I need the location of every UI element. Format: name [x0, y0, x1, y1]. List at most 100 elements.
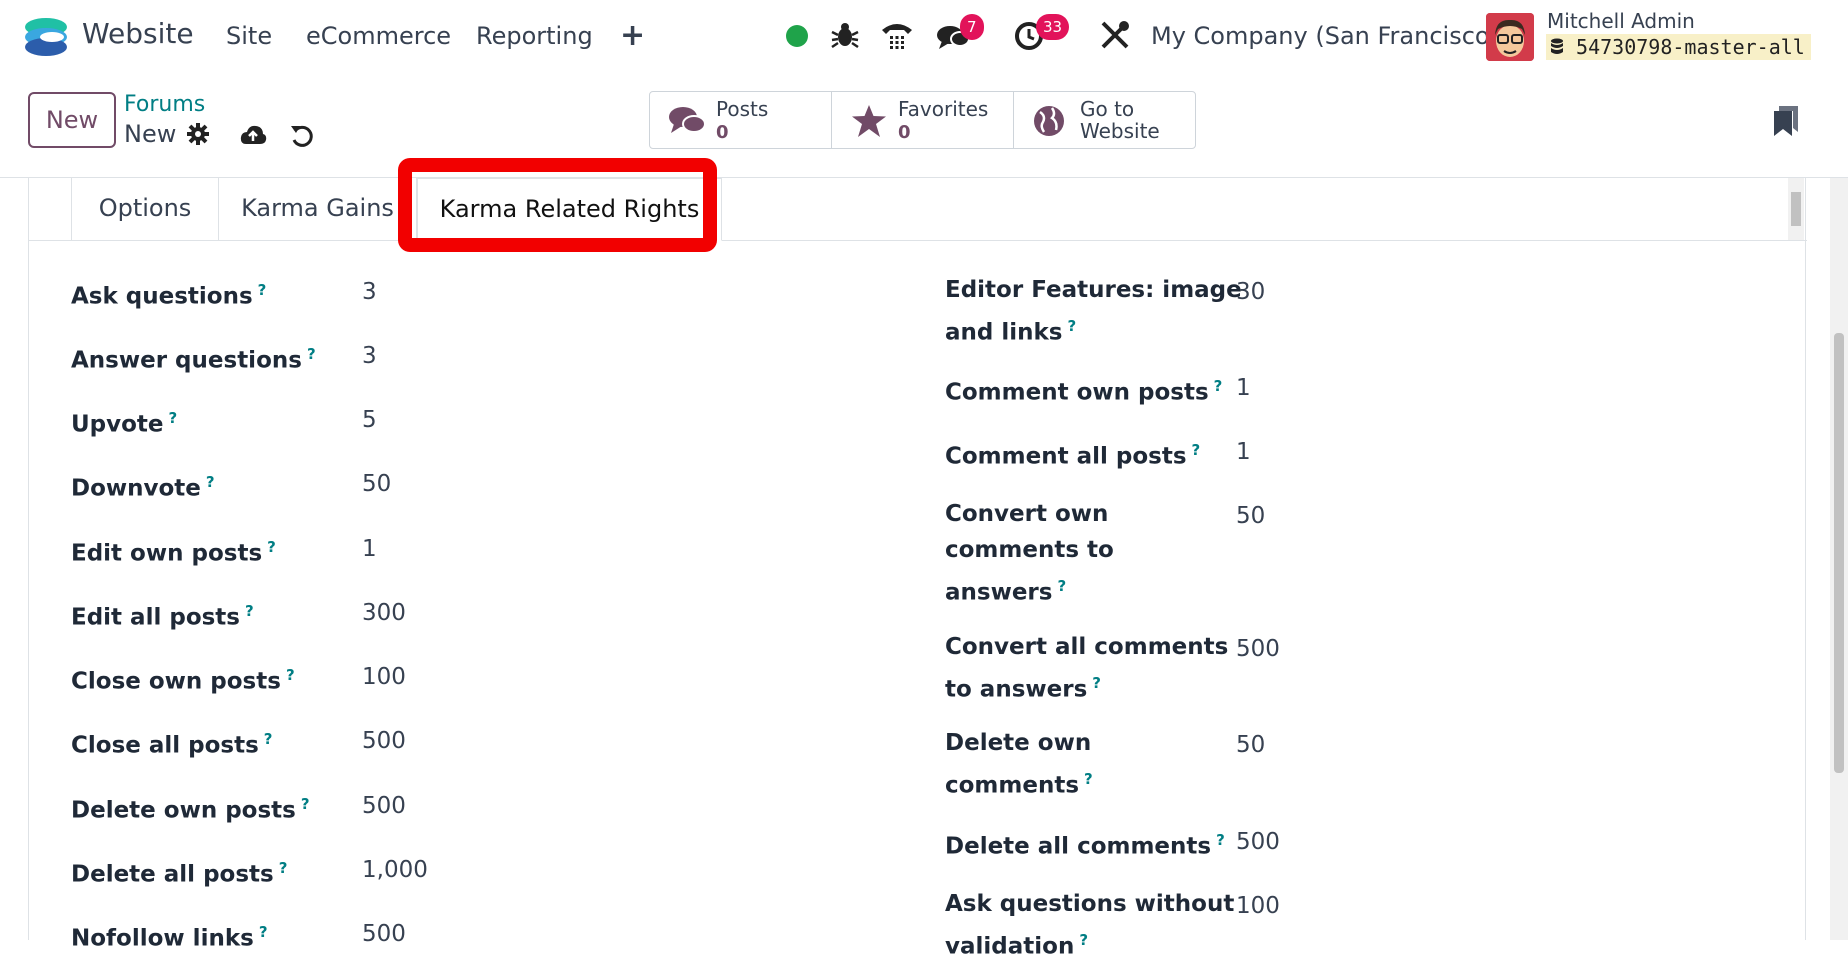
menu-ecommerce[interactable]: eCommerce — [306, 22, 451, 50]
menu-site[interactable]: Site — [226, 22, 272, 50]
help-tooltip-icon[interactable]: ? — [1214, 377, 1223, 395]
user-name[interactable]: Mitchell Admin — [1547, 9, 1695, 33]
menu-reporting[interactable]: Reporting — [476, 22, 593, 50]
database-name: 54730798-master-all — [1546, 34, 1811, 60]
help-tooltip-icon[interactable]: ? — [169, 409, 178, 427]
discard-icon[interactable] — [288, 122, 316, 150]
field-value-input[interactable]: 500 — [362, 916, 406, 952]
help-tooltip-icon[interactable]: ? — [1057, 577, 1066, 595]
phone-icon[interactable] — [880, 18, 914, 52]
field-value-input[interactable]: 5 — [362, 402, 377, 438]
field-value-input[interactable]: 3 — [362, 274, 377, 310]
field-label-text: Delete own posts — [71, 797, 296, 824]
page-scrollbar-thumb[interactable] — [1834, 333, 1844, 773]
help-tooltip-icon[interactable]: ? — [245, 602, 254, 620]
control-panel: New Forums New Posts 0 Favorites 0 Go to… — [0, 72, 1848, 178]
company-switcher[interactable]: My Company (San Francisco) — [1151, 22, 1499, 50]
help-tooltip-icon[interactable]: ? — [206, 473, 215, 491]
website-label: Website — [1080, 119, 1160, 143]
field-label-text: Editor Features: image — [945, 277, 1242, 303]
field-value-input[interactable]: 500 — [1236, 824, 1280, 860]
field-value-input[interactable]: 50 — [1236, 498, 1265, 534]
help-tooltip-icon[interactable]: ? — [1084, 770, 1093, 788]
database-name-label: 54730798-master-all — [1576, 35, 1805, 59]
go-to-label: Go to — [1080, 97, 1135, 121]
field-value-input[interactable]: 50 — [362, 466, 391, 502]
gear-icon[interactable] — [186, 122, 210, 146]
field-label: Close all posts? — [71, 721, 273, 764]
help-tooltip-icon[interactable]: ? — [1068, 317, 1077, 335]
field-label-text: Close all posts — [71, 732, 259, 759]
new-record-button[interactable]: New — [28, 92, 116, 148]
globe-icon — [1034, 106, 1064, 136]
field-label: Edit all posts? — [71, 593, 254, 636]
field-label: Delete own comments? — [945, 725, 1093, 804]
field-value-input[interactable]: 50 — [1236, 727, 1265, 763]
field-value-input[interactable]: 1 — [1236, 434, 1251, 470]
field-label: Close own posts? — [71, 657, 295, 700]
field-value-input[interactable]: 500 — [362, 723, 406, 759]
help-tooltip-icon[interactable]: ? — [1092, 674, 1101, 692]
help-tooltip-icon[interactable]: ? — [279, 859, 288, 877]
field-value-input[interactable]: 100 — [362, 659, 406, 695]
user-avatar[interactable] — [1486, 13, 1534, 61]
field-label-text: Close own posts — [71, 668, 281, 695]
field-value-input[interactable]: 500 — [1236, 631, 1280, 667]
top-navbar: Website Site eCommerce Reporting + 7 33 … — [0, 0, 1848, 72]
field-label-text: Upvote — [71, 411, 164, 438]
tabs-scrollbar[interactable] — [1788, 178, 1804, 240]
field-label-text: Convert all comments — [945, 634, 1229, 660]
tabs-scrollbar-thumb[interactable] — [1791, 192, 1801, 226]
help-tooltip-icon[interactable]: ? — [1079, 931, 1088, 949]
save-cloud-icon[interactable] — [239, 122, 267, 150]
help-tooltip-icon[interactable]: ? — [258, 281, 267, 299]
field-value-input[interactable]: 500 — [362, 788, 406, 824]
messages-badge: 7 — [960, 14, 984, 40]
help-tooltip-icon[interactable]: ? — [267, 538, 276, 556]
favorites-smart-button[interactable]: Favorites 0 — [831, 91, 1014, 149]
field-label: Delete own posts? — [71, 786, 310, 829]
user-avatar-icon — [1486, 13, 1534, 61]
help-tooltip-icon[interactable]: ? — [1216, 831, 1225, 849]
help-tooltip-icon[interactable]: ? — [264, 730, 273, 748]
help-tooltip-icon[interactable]: ? — [286, 666, 295, 684]
help-tooltip-icon[interactable]: ? — [1192, 441, 1201, 459]
field-label: Delete all comments? — [945, 822, 1225, 865]
page-scrollbar[interactable] — [1830, 178, 1848, 940]
field-label: Comment own posts? — [945, 368, 1222, 411]
database-icon — [1551, 38, 1563, 54]
status-online-icon — [786, 25, 808, 47]
tools-icon[interactable] — [1098, 18, 1132, 52]
help-tooltip-icon[interactable]: ? — [307, 345, 316, 363]
field-value-input[interactable]: 1 — [362, 531, 377, 567]
posts-smart-button[interactable]: Posts 0 — [649, 91, 832, 149]
posts-count: 0 — [716, 122, 729, 143]
help-tooltip-icon[interactable]: ? — [301, 795, 310, 813]
field-value-input[interactable]: 300 — [362, 595, 406, 631]
field-value-input[interactable]: 100 — [1236, 888, 1280, 924]
field-label-text: Nofollow links — [71, 925, 254, 952]
field-value-input[interactable]: 30 — [1236, 274, 1265, 310]
tab-karma-gains[interactable]: Karma Gains — [219, 178, 417, 241]
tab-highlight-box — [398, 158, 717, 252]
field-label: Delete all posts? — [71, 850, 287, 893]
bookmark-icon[interactable] — [1774, 106, 1798, 136]
field-label: Ask questions without validation? — [945, 886, 1234, 965]
tab-options[interactable]: Options — [71, 178, 219, 241]
new-content-button[interactable]: + — [620, 18, 645, 53]
field-label-text: Comment all posts — [945, 443, 1187, 470]
help-tooltip-icon[interactable]: ? — [259, 923, 268, 941]
bug-icon[interactable] — [828, 18, 862, 52]
field-value-input[interactable]: 1 — [1236, 370, 1251, 406]
field-label-text: Delete all comments — [945, 833, 1212, 860]
field-value-input[interactable]: 3 — [362, 338, 377, 374]
field-label-text: comments to — [945, 537, 1114, 563]
field-label-text: Delete own — [945, 730, 1092, 756]
breadcrumb-forums[interactable]: Forums — [124, 92, 205, 117]
go-to-website-smart-button[interactable]: Go to Website — [1013, 91, 1196, 149]
field-label-text: Ask questions — [71, 283, 253, 310]
field-label-text: Delete all posts — [71, 861, 274, 888]
app-name[interactable]: Website — [82, 17, 194, 50]
website-logo-icon[interactable] — [22, 14, 70, 60]
field-value-input[interactable]: 1,000 — [362, 852, 428, 888]
